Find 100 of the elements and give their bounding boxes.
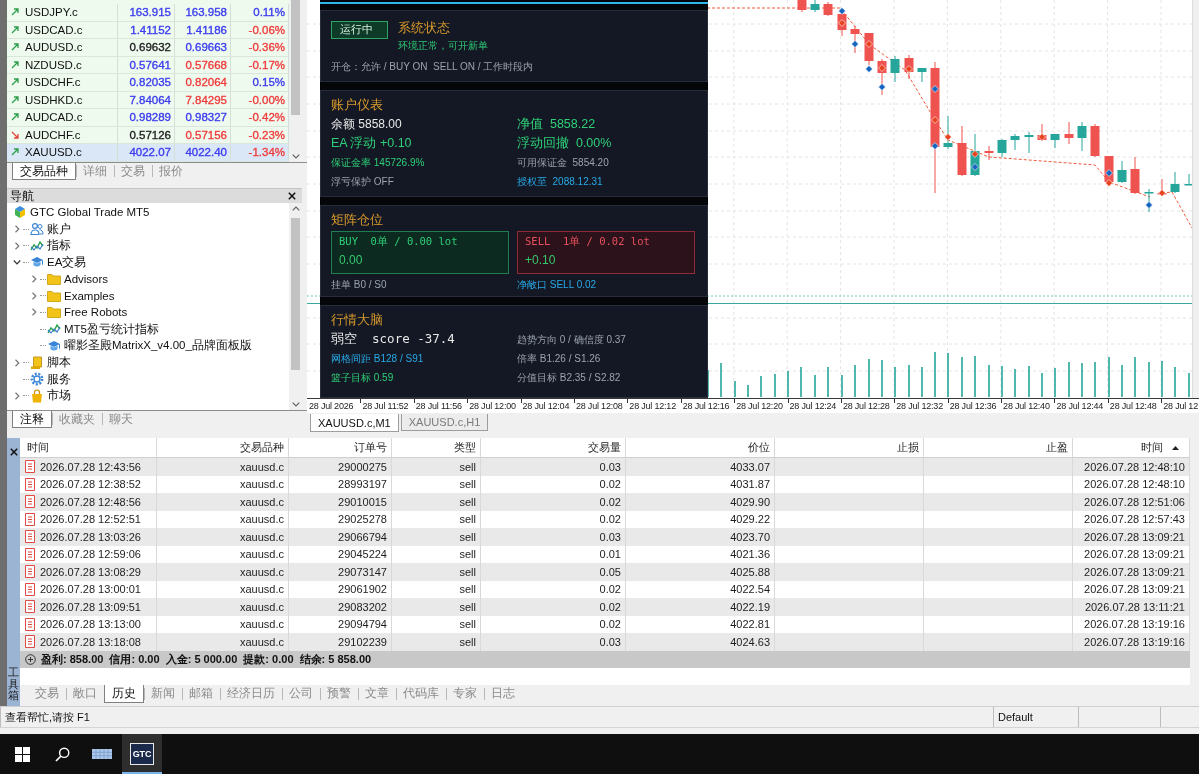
tree-item[interactable]: EA交易 [47,254,87,270]
change-percent: -0.23% [248,128,285,141]
chevron-right-icon[interactable] [13,358,21,367]
table-cell: 29083202 [289,598,392,616]
scrollbar[interactable] [289,0,302,162]
table-cell: 2026.07.28 12:38:52 [40,478,141,491]
close-icon[interactable] [288,192,296,200]
document-icon [25,477,35,491]
keyboard-icon [92,749,112,759]
symbol-label: XAUUSD.c [25,146,82,159]
change-percent: -0.00% [248,93,285,106]
axis-label: 28 Jul 12:48 [1109,401,1157,411]
column-header[interactable]: 时间 [1073,438,1190,457]
chevron-right-icon[interactable] [13,391,21,400]
document-icon [25,495,35,509]
table-cell: 2026.07.28 13:09:51 [40,600,141,613]
axis-label: 28 Jul 12:28 [842,401,890,411]
tree-item[interactable]: Free Robots [64,306,128,319]
column-header[interactable]: 止损 [775,438,924,457]
quote-row[interactable]: USDCAD.c 1.41152 1.41186 -0.06% [7,21,289,39]
chart-tab[interactable]: XAUUSD.c,H1 [400,414,489,431]
status-text: 查看帮忙,请按 F1 [5,709,90,725]
toolbox-title: 工具箱 [8,667,19,702]
document-icon [25,547,35,561]
tree-item[interactable]: 指标 [47,238,71,254]
quote-row[interactable]: NZDUSD.c 0.57641 0.57668 -0.17% [7,56,289,74]
table-cell: xauusd.c [157,633,289,651]
change-percent: -0.42% [248,111,285,124]
table-cell: 0.03 [481,528,626,546]
chevron-right-icon[interactable] [13,241,21,250]
tree-item[interactable]: 曜影圣殿MatrixX_v4.00_品牌面板版 [64,338,252,354]
column-header[interactable]: 时间 [20,438,157,457]
table-cell: 2026.07.28 13:18:08 [40,635,141,648]
plus-circle-icon[interactable] [25,653,36,665]
tree-item[interactable]: 账户 [47,221,71,237]
table-cell: 29073147 [289,563,392,581]
quote-row[interactable]: AUDCAD.c 0.98289 0.98327 -0.42% [7,109,289,127]
chart-tab[interactable]: XAUUSD.c,M1 [310,414,399,432]
chevron-down-icon[interactable] [291,402,300,407]
axis-label: 28 Jul 12:40 [1003,401,1050,411]
bid-price: 163.915 [129,6,171,19]
search-icon [54,746,70,762]
tree-item[interactable]: MT5盈亏统计指标 [64,321,159,337]
table-cell: 2026.07.28 12:48:10 [1073,458,1190,476]
chevron-down-icon[interactable] [13,258,21,267]
chevron-right-icon[interactable] [13,225,21,234]
table-cell: 2026.07.28 12:48:56 [40,495,141,508]
bid-price: 0.98289 [129,111,171,124]
symbol-label: AUDCAD.c [25,111,83,124]
app-logo: GTC [130,743,154,765]
table-cell: 4024.63 [626,633,775,651]
scrollbar[interactable] [289,203,302,410]
table-cell: 0.02 [481,493,626,511]
quote-row[interactable]: USDJPY.c 163.915 163.958 0.11% [7,4,289,22]
column-header[interactable]: 交易品种 [157,438,289,457]
tree-item[interactable]: Advisors [64,273,109,286]
column-header[interactable]: 类型 [392,438,481,457]
tab[interactable]: 交易品种 [12,163,76,180]
table-cell: sell [392,563,481,581]
chevron-down-icon[interactable] [291,154,300,159]
panel-title: 导航 [10,188,34,204]
windows-logo-icon [14,746,30,762]
quote-row[interactable]: XAUUSD.c 4022.07 4022.40 -1.34% [7,144,289,162]
column-header[interactable]: 订单号 [289,438,392,457]
tab[interactable]: 注释 [12,411,52,428]
people-icon [30,222,44,237]
tab[interactable]: 历史 [104,685,144,703]
document-icon [25,600,35,614]
table-cell: 0.03 [481,633,626,651]
table-cell: 2026.07.28 13:09:21 [1073,528,1190,546]
table-cell: sell [392,493,481,511]
gear-icon [30,372,44,387]
quote-row[interactable]: USDHKD.c 7.84064 7.84295 -0.00% [7,91,289,109]
chevron-up-icon[interactable] [291,206,300,211]
scrollbar-thumb[interactable] [291,0,300,115]
tree-item[interactable]: 服务 [47,371,71,387]
close-icon[interactable] [9,448,18,456]
folder-icon [47,305,61,320]
table-cell: 4033.07 [626,458,775,476]
tree-item[interactable]: Examples [64,289,115,302]
tree-item[interactable]: GTC Global Trade MT5 [30,206,150,219]
tree-item[interactable]: 脚本 [47,355,71,371]
document-icon [25,635,35,649]
chevron-right-icon[interactable] [30,275,38,284]
tree-item[interactable]: 市场 [47,388,71,404]
column-header[interactable]: 价位 [626,438,775,457]
scrollbar-thumb[interactable] [291,218,300,370]
symbol-label: USDHKD.c [25,93,83,106]
symbol-label: USDJPY.c [25,6,78,19]
column-header[interactable]: 交易量 [481,438,626,457]
change-percent: -0.06% [248,23,285,36]
table-cell: 2026.07.28 13:09:21 [1073,563,1190,581]
table-cell: sell [392,633,481,651]
quote-row[interactable]: USDCHF.c 0.82035 0.82064 0.15% [7,74,289,92]
chevron-right-icon[interactable] [30,308,38,317]
column-header[interactable]: 止盈 [924,438,1073,457]
table-cell: 2026.07.28 12:59:06 [40,548,141,561]
chevron-right-icon[interactable] [30,291,38,300]
quote-row[interactable]: AUDUSD.c 0.69632 0.69663 -0.36% [7,39,289,57]
taskbar-app-button[interactable]: GTC [122,734,162,774]
